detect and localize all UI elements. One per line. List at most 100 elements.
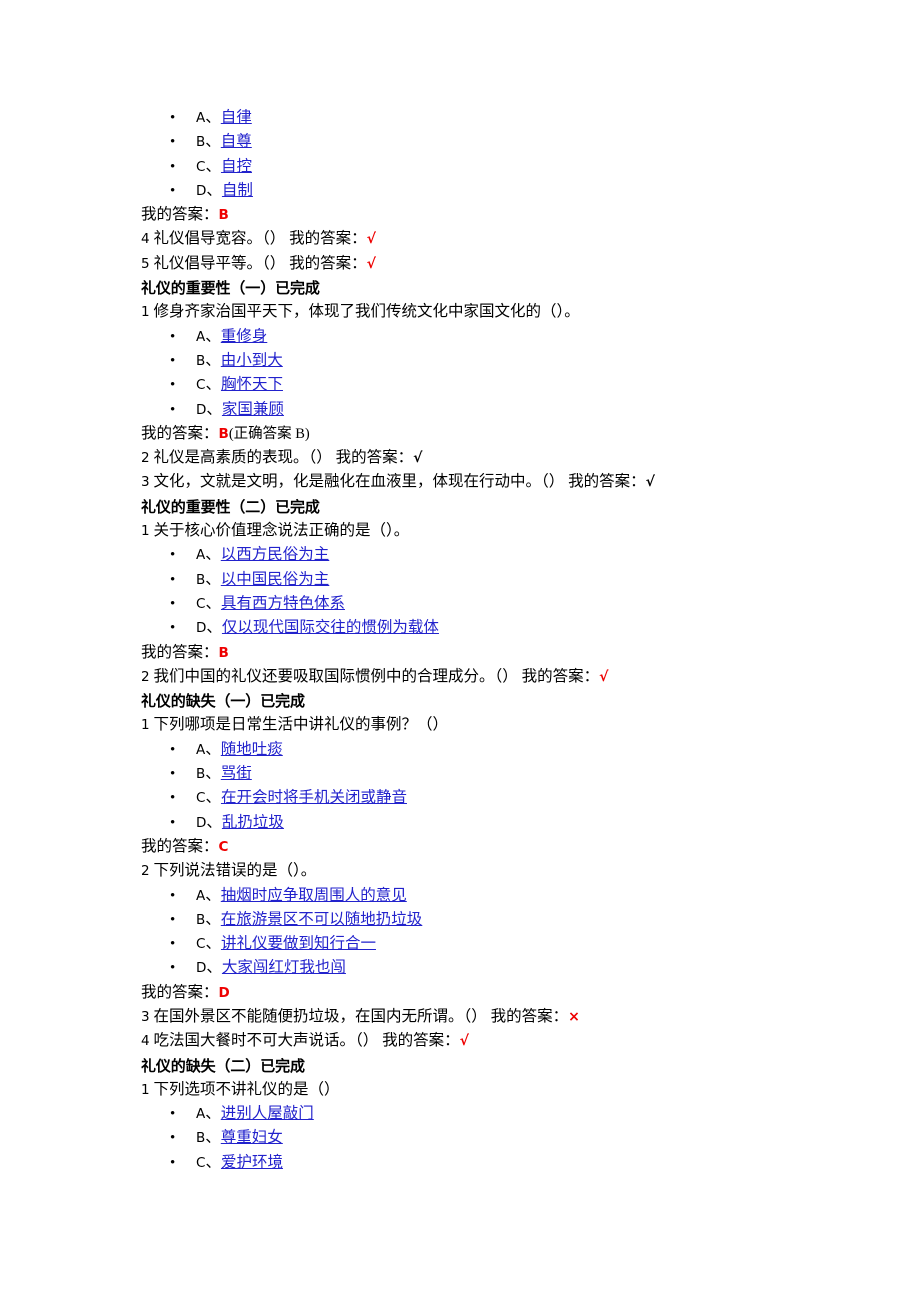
question-line: 2 下列说法错误的是（）。: [141, 859, 779, 883]
question-text: 文化，文就是文明，化是融化在血液里，体现在行动中。（）: [149, 473, 569, 491]
question-number: 4: [141, 1033, 150, 1050]
option-link[interactable]: 爱护环境: [221, 1154, 283, 1171]
option-item[interactable]: • A、随地吐痰: [141, 738, 779, 762]
question-text: 下列说法错误的是（）。: [149, 862, 317, 880]
option-item[interactable]: • D、仅以现代国际交往的惯例为载体: [141, 616, 779, 640]
option-list: • A、自律 • B、自尊 • C、自控 • D、自制: [141, 106, 779, 203]
option-link[interactable]: 抽烟时应争取周围人的意见: [221, 887, 407, 904]
option-item[interactable]: • B、由小到大: [141, 349, 779, 373]
option-item[interactable]: • C、在开会时将手机关闭或静音: [141, 786, 779, 810]
option-link[interactable]: 由小到大: [221, 352, 283, 369]
option-item[interactable]: • B、骂街: [141, 762, 779, 786]
option-separator: 、: [205, 327, 221, 345]
my-answer-line: 我的答案：B: [141, 203, 779, 227]
true-false-line: 3 在国外景区不能随便扔垃圾，在国内无所谓。（） 我的答案：×: [141, 1005, 779, 1029]
option-link[interactable]: 在旅游景区不可以随地扔垃圾: [221, 911, 423, 928]
option-letter: B: [196, 911, 206, 928]
bullet-icon: •: [170, 158, 176, 175]
bullet-icon: •: [170, 134, 176, 151]
option-item[interactable]: • B、尊重妇女: [141, 1126, 779, 1150]
option-link[interactable]: 大家闯红灯我也闯: [222, 959, 346, 976]
option-item[interactable]: • D、自制: [141, 179, 779, 203]
option-item[interactable]: • A、自律: [141, 106, 779, 130]
option-item[interactable]: • D、大家闯红灯我也闯: [141, 956, 779, 980]
option-item[interactable]: • C、讲礼仪要做到知行合一: [141, 932, 779, 956]
option-separator: 、: [205, 546, 221, 564]
option-link[interactable]: 随地吐痰: [221, 741, 283, 758]
my-answer-value: B: [218, 644, 229, 661]
option-link[interactable]: 自尊: [221, 133, 252, 150]
question-line: 1 修身齐家治国平天下，体现了我们传统文化中家国文化的（）。: [141, 300, 779, 324]
answer-mark: √: [366, 255, 376, 272]
option-link[interactable]: 进别人屋敲门: [221, 1105, 314, 1122]
option-separator: 、: [206, 959, 222, 977]
question-text: 关于核心价值理念说法正确的是（）。: [149, 522, 410, 540]
option-link[interactable]: 具有西方特色体系: [221, 595, 345, 612]
question-text: 下列选项不讲礼仪的是（）: [149, 1080, 340, 1098]
option-link[interactable]: 以西方民俗为主: [221, 546, 330, 563]
question-text: 礼仪是高素质的表现。（）: [149, 449, 336, 467]
bullet-icon: •: [170, 814, 176, 831]
option-list: • A、重修身 • B、由小到大 • C、胸怀天下 • D、家国兼顾: [141, 325, 779, 422]
question-text: 礼仪倡导宽容。（）: [149, 230, 290, 248]
option-link[interactable]: 骂街: [221, 765, 252, 782]
option-link[interactable]: 胸怀天下: [221, 376, 283, 393]
question-line: 1 下列哪项是日常生活中讲礼仪的事例？（）: [141, 713, 779, 737]
my-answer-line: 我的答案：B(正确答案 B): [141, 422, 779, 446]
question-number: 3: [141, 1008, 150, 1025]
option-link[interactable]: 家国兼顾: [222, 401, 284, 418]
answer-mark: √: [366, 231, 376, 248]
option-item[interactable]: • A、进别人屋敲门: [141, 1102, 779, 1126]
option-item[interactable]: • A、重修身: [141, 325, 779, 349]
option-letter: B: [196, 352, 206, 369]
option-item[interactable]: • C、爱护环境: [141, 1151, 779, 1175]
option-link[interactable]: 尊重妇女: [221, 1129, 283, 1146]
question-number: 2: [141, 863, 150, 880]
option-letter: A: [196, 110, 206, 126]
my-answer-line: 我的答案：B: [141, 641, 779, 665]
bullet-icon: •: [170, 595, 176, 612]
my-answer-label: 我的答案：: [521, 667, 600, 685]
answer-mark: √: [599, 668, 609, 685]
option-link[interactable]: 自制: [222, 182, 253, 199]
option-item[interactable]: • B、在旅游景区不可以随地扔垃圾: [141, 908, 779, 932]
section-heading: 礼仪的缺失（一）已完成: [141, 692, 305, 711]
question-line: 1 关于核心价值理念说法正确的是（）。: [141, 519, 779, 543]
my-answer-value: B: [218, 207, 229, 224]
bullet-icon: •: [170, 110, 176, 126]
option-item[interactable]: • C、自控: [141, 155, 779, 179]
option-link[interactable]: 在开会时将手机关闭或静音: [221, 789, 407, 806]
option-item[interactable]: • A、抽烟时应争取周围人的意见: [141, 884, 779, 908]
option-link[interactable]: 重修身: [221, 328, 268, 345]
option-item[interactable]: • B、自尊: [141, 130, 779, 154]
bullet-icon: •: [170, 328, 176, 345]
option-item[interactable]: • D、乱扔垃圾: [141, 811, 779, 835]
option-item[interactable]: • C、胸怀天下: [141, 373, 779, 397]
option-item[interactable]: • D、家国兼顾: [141, 398, 779, 422]
option-link[interactable]: 自控: [221, 158, 252, 175]
option-item[interactable]: • A、以西方民俗为主: [141, 543, 779, 567]
option-item[interactable]: • C、具有西方特色体系: [141, 592, 779, 616]
bullet-icon: •: [170, 741, 176, 758]
option-link[interactable]: 自律: [221, 109, 252, 126]
bullet-icon: •: [170, 1130, 176, 1147]
option-link[interactable]: 仅以现代国际交往的惯例为载体: [222, 619, 439, 636]
section-heading: 礼仪的重要性（一）已完成: [141, 279, 320, 298]
option-separator: 、: [205, 1129, 221, 1147]
my-answer-label: 我的答案：: [141, 837, 219, 855]
true-false-line: 4 吃法国大餐时不可大声说话。（） 我的答案：√: [141, 1029, 779, 1053]
option-link[interactable]: 讲礼仪要做到知行合一: [221, 935, 376, 952]
question-text: 礼仪倡导平等。（）: [149, 254, 290, 272]
true-false-line: 2 我们中国的礼仪还要吸取国际惯例中的合理成分。（） 我的答案：√: [141, 665, 779, 689]
option-letter: A: [196, 547, 206, 564]
my-answer-value: B: [218, 425, 229, 442]
section-heading: 礼仪的重要性（二）已完成: [141, 497, 320, 516]
bullet-icon: •: [170, 790, 176, 807]
option-item[interactable]: • B、以中国民俗为主: [141, 568, 779, 592]
bullet-icon: •: [170, 1154, 176, 1171]
option-letter: A: [196, 328, 206, 345]
question-number: 2: [141, 450, 150, 467]
option-link[interactable]: 乱扔垃圾: [222, 814, 284, 831]
option-link[interactable]: 以中国民俗为主: [221, 571, 330, 588]
option-separator: 、: [205, 376, 221, 394]
